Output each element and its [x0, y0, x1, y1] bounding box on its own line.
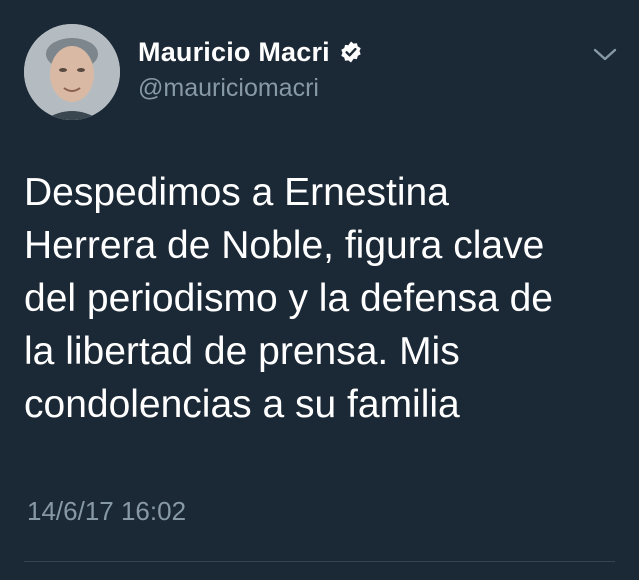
tweet-text: Despedimos a Ernestina Herrera de Noble,…: [24, 171, 553, 426]
author-row: Mauricio Macri: [138, 34, 363, 70]
chevron-down-icon[interactable]: [592, 44, 618, 66]
user-handle[interactable]: @mauriciomacri: [138, 74, 319, 103]
tweet-timestamp[interactable]: 14/6/17 16:02: [27, 496, 186, 527]
avatar[interactable]: [24, 24, 120, 120]
tweet-card: Mauricio Macri @mauriciomacri Despedimos…: [0, 0, 639, 580]
display-name[interactable]: Mauricio Macri: [138, 37, 330, 68]
verified-badge-icon: [339, 40, 363, 64]
divider: [24, 561, 615, 562]
avatar-photo: [24, 24, 120, 120]
